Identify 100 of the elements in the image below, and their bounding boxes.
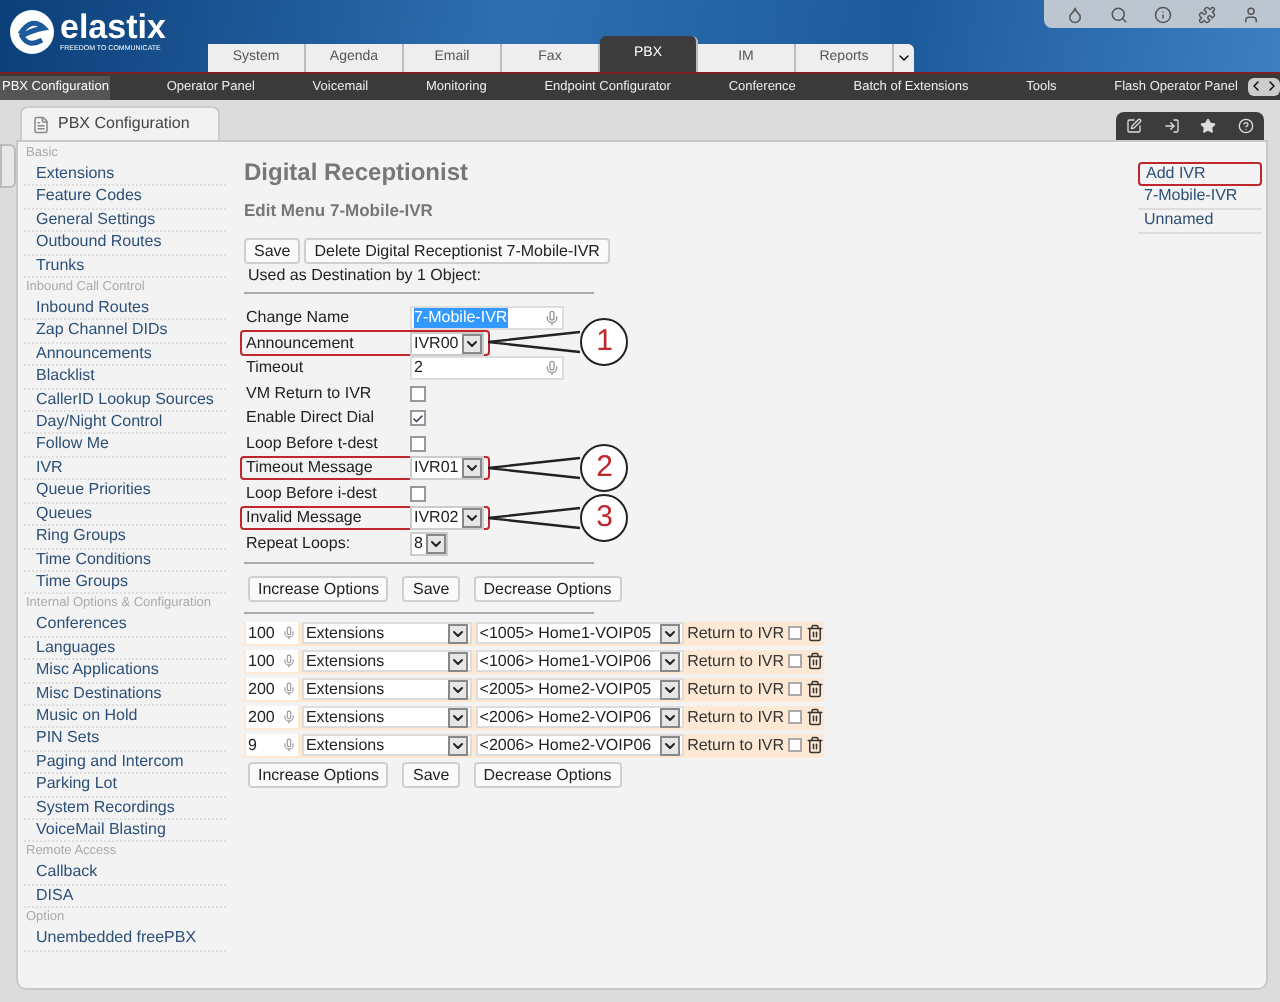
form-button[interactable]: Decrease Options — [473, 761, 622, 788]
search-icon[interactable] — [1109, 5, 1127, 23]
form-button[interactable]: Save — [402, 575, 460, 602]
destination-dropdown[interactable]: <1006> Home1-VOIP06 — [475, 650, 684, 673]
return-checkbox[interactable] — [788, 626, 803, 641]
sidebar-item[interactable]: Ring Groups — [24, 526, 226, 549]
sidebar-item[interactable]: Trunks — [24, 255, 226, 279]
sidebar-item[interactable]: Announcements — [24, 343, 226, 367]
form-button[interactable]: Save — [402, 761, 460, 788]
return-checkbox[interactable] — [788, 682, 803, 697]
sidebar-item[interactable]: Languages — [24, 637, 226, 661]
sidebar-item[interactable]: General Settings — [24, 209, 226, 233]
checkbox[interactable] — [410, 410, 426, 426]
callout-number: 1 — [580, 318, 629, 367]
puzzle-icon[interactable] — [1197, 5, 1215, 23]
dropdown[interactable]: IVR02 — [410, 506, 485, 530]
microphone-icon — [281, 710, 296, 725]
sidebar-item[interactable]: Feature Codes — [24, 186, 226, 210]
destination-type-dropdown[interactable]: Extensions — [301, 706, 472, 729]
form-button[interactable]: Increase Options — [248, 761, 389, 788]
ivr-list-item[interactable]: 7-Mobile-IVR — [1138, 186, 1262, 210]
digits-field[interactable]: 9 — [246, 734, 298, 757]
destination-type-dropdown[interactable]: Extensions — [301, 622, 472, 645]
microphone-icon — [281, 626, 296, 641]
destination-type-dropdown[interactable]: Extensions — [301, 678, 472, 701]
more-tabs-button[interactable] — [894, 44, 914, 72]
star-icon[interactable] — [1200, 118, 1217, 134]
dropdown[interactable]: IVR01 — [410, 456, 485, 480]
digits-field[interactable]: 100 — [246, 650, 298, 673]
sidebar-item[interactable]: Day/Night Control — [24, 412, 226, 435]
sidebar-item[interactable]: Queue Priorities — [24, 480, 226, 504]
text-field[interactable]: 2 — [410, 356, 564, 380]
sidebar-item[interactable]: Time Groups — [24, 571, 226, 595]
form-button[interactable]: Increase Options — [248, 575, 389, 602]
page-tab[interactable]: PBX Configuration — [20, 106, 220, 140]
destination-type-dropdown[interactable]: Extensions — [301, 650, 472, 673]
sidebar-item[interactable]: Parking Lot — [24, 774, 226, 798]
field-value: 2 — [414, 358, 423, 378]
sidebar-item[interactable]: Paging and Intercom — [24, 751, 226, 775]
trash-icon[interactable] — [806, 652, 824, 671]
info-icon[interactable] — [1153, 5, 1171, 23]
usage-text: Used as Destination by 1 Object: — [248, 263, 484, 286]
destination-type-dropdown[interactable]: Extensions — [301, 734, 472, 757]
form-button[interactable]: Delete Digital Receptionist 7-Mobile-IVR — [304, 237, 610, 264]
sidebar-item[interactable]: Zap Channel DIDs — [24, 320, 226, 344]
dropdown-value: IVR00 — [414, 333, 459, 353]
sidebar-item[interactable]: CallerID Lookup Sources — [24, 389, 226, 413]
sidebar-item[interactable]: Blacklist — [24, 366, 226, 390]
sidebar-item[interactable]: System Recordings — [24, 797, 226, 820]
edit-icon[interactable] — [1126, 118, 1143, 134]
form-button[interactable]: Save — [244, 237, 301, 264]
sidebar-item[interactable]: IVR — [24, 457, 226, 481]
sidebar-item[interactable]: Extensions — [24, 164, 226, 187]
sidebar-item[interactable]: Inbound Routes — [24, 298, 226, 321]
digits-field[interactable]: 200 — [246, 678, 298, 701]
drop-icon[interactable] — [1065, 5, 1083, 23]
sidebar-item[interactable]: Music on Hold — [24, 705, 226, 729]
sidebar-item[interactable]: Queues — [24, 503, 226, 527]
sidebar-toggle[interactable] — [0, 144, 16, 188]
sidebar-item[interactable]: Unembedded freePBX — [24, 928, 226, 952]
sidebar-item[interactable]: PIN Sets — [24, 728, 226, 752]
return-checkbox[interactable] — [788, 738, 803, 753]
sidebar-item[interactable]: Time Conditions — [24, 549, 226, 572]
return-label: Return to IVR — [687, 621, 785, 646]
checkbox[interactable] — [410, 485, 426, 501]
digits-field[interactable]: 100 — [246, 622, 298, 645]
checkbox[interactable] — [410, 385, 426, 401]
trash-icon[interactable] — [806, 624, 824, 643]
dropdown[interactable]: 8 — [410, 531, 449, 555]
sidebar-item[interactable]: Follow Me — [24, 434, 226, 458]
trash-icon[interactable] — [806, 680, 824, 699]
destination-dropdown[interactable]: <1005> Home1-VOIP05 — [475, 622, 684, 645]
checkbox[interactable] — [410, 435, 426, 451]
sidebar-item[interactable]: VoiceMail Blasting — [24, 819, 226, 843]
sidebar-item[interactable]: Callback — [24, 862, 226, 886]
ivr-list-item[interactable]: Add IVR — [1138, 162, 1262, 186]
user-icon[interactable] — [1241, 5, 1259, 23]
help-icon[interactable] — [1237, 118, 1254, 134]
sidebar-item[interactable]: DISA — [24, 885, 226, 909]
sidebar-item[interactable]: Outbound Routes — [24, 232, 226, 256]
digits-value: 100 — [248, 649, 275, 674]
form-button[interactable]: Decrease Options — [473, 575, 622, 602]
chevron-down-icon — [896, 50, 912, 66]
digits-value: 9 — [248, 733, 257, 758]
destination-dropdown[interactable]: <2005> Home2-VOIP05 — [475, 678, 684, 701]
trash-icon[interactable] — [806, 736, 824, 755]
sidebar-item[interactable]: Conferences — [24, 614, 226, 638]
ivr-list-item[interactable]: Unnamed — [1138, 210, 1262, 234]
dropdown[interactable]: IVR00 — [410, 331, 485, 355]
trash-icon[interactable] — [806, 708, 824, 727]
digits-field[interactable]: 200 — [246, 706, 298, 729]
return-checkbox[interactable] — [788, 710, 803, 725]
return-checkbox[interactable] — [788, 654, 803, 669]
login-icon[interactable] — [1163, 118, 1180, 134]
destination-dropdown[interactable]: <2006> Home2-VOIP06 — [475, 706, 684, 729]
destination-dropdown[interactable]: <2006> Home2-VOIP06 — [475, 734, 684, 757]
microphone-icon — [544, 360, 560, 376]
scroll-arrows[interactable] — [1248, 78, 1280, 96]
sidebar-item[interactable]: Misc Applications — [24, 660, 226, 684]
sidebar-item[interactable]: Misc Destinations — [24, 683, 226, 706]
